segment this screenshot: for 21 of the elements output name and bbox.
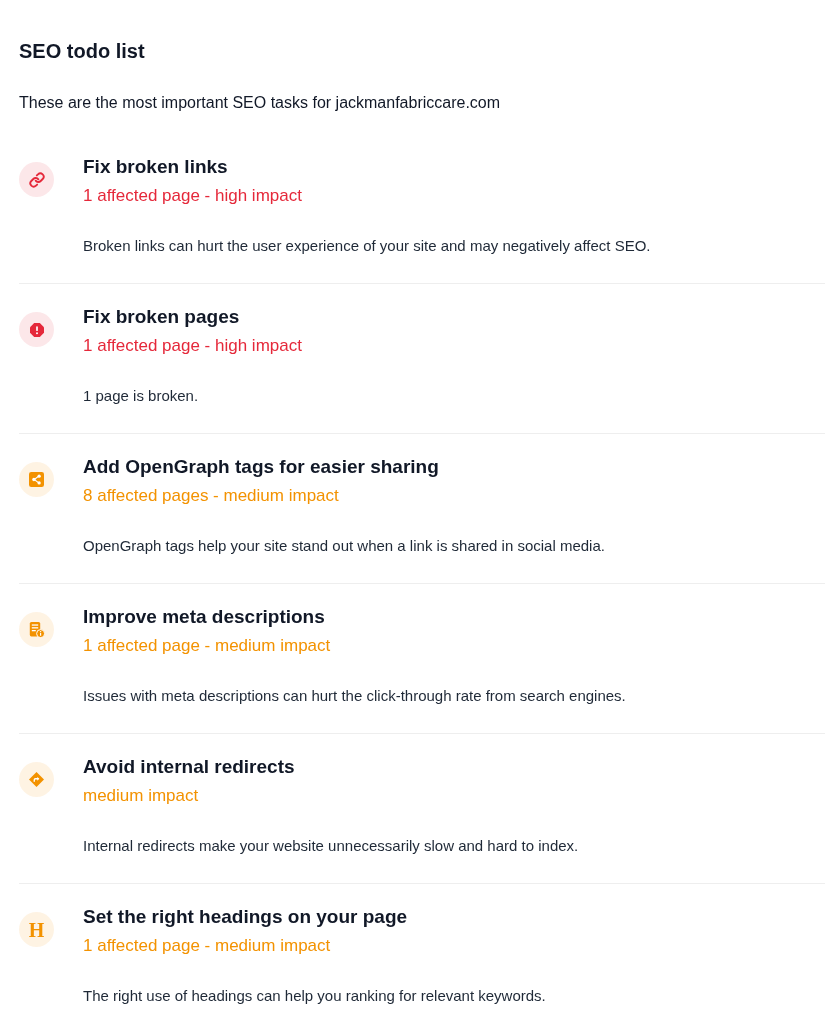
task-description: The right use of headings can help you ranking for relevant keywords. [83, 986, 546, 1006]
impact-text: 1 affected page - high impact [83, 185, 302, 207]
task-title: Avoid internal redirects [83, 755, 295, 779]
task-title: Add OpenGraph tags for easier sharing [83, 455, 439, 479]
task-title: Improve meta descriptions [83, 605, 325, 629]
task-title: Fix broken pages [83, 305, 240, 329]
impact-text: 8 affected pages - medium impact [83, 485, 339, 507]
task-description: Broken links can hurt the user experience of your site and may negatively affect SEO. [83, 236, 651, 256]
intro-text: These are the most important SEO tasks for jackmanfabriccare.com [19, 93, 501, 113]
task-description: Issues with meta descriptions can hurt the click-through rate from search engines. [83, 686, 626, 706]
impact-text: 1 affected page - medium impact [83, 935, 331, 957]
task-description: OpenGraph tags help your site stand out when a link is shared in social media. [83, 536, 605, 556]
impact-text: 1 affected page - high impact [83, 335, 302, 357]
task-description: Internal redirects make your website unnecessarily slow and hard to index. [83, 836, 579, 856]
task-title: Set the right headings on your page [83, 905, 408, 929]
impact-text: 1 affected page - medium impact [83, 635, 331, 657]
page-title: SEO todo list [19, 39, 145, 64]
task-description: 1 page is broken. [83, 386, 199, 406]
impact-text: medium impact [83, 785, 199, 807]
heading-icon: H [19, 912, 54, 947]
task-title: Fix broken links [83, 155, 228, 179]
